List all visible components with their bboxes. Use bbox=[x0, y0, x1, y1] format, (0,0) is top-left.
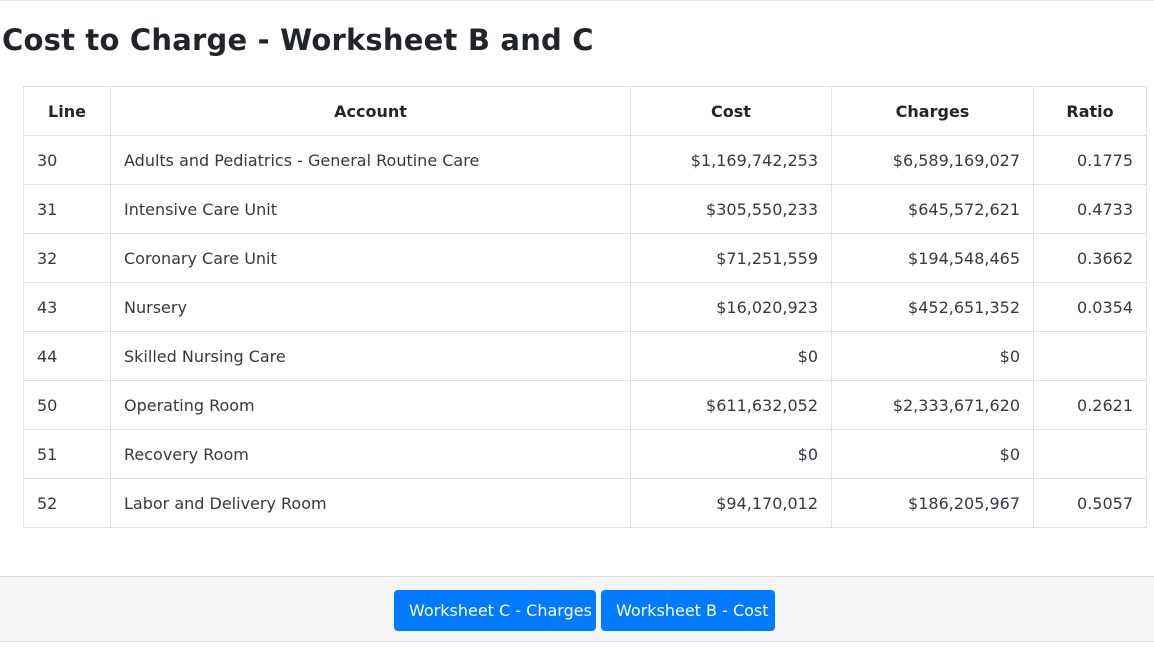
line-cell: 52 bbox=[23, 478, 111, 528]
ratio-cell: 0.3662 bbox=[1033, 233, 1147, 283]
cost-cell: $305,550,233 bbox=[630, 184, 832, 234]
table-row: 51 Recovery Room $0 $0 bbox=[23, 429, 1147, 479]
cost-cell: $71,251,559 bbox=[630, 233, 832, 283]
charges-cell: $0 bbox=[831, 331, 1034, 381]
ratio-cell: 0.2621 bbox=[1033, 380, 1147, 430]
table-row: 50 Operating Room $611,632,052 $2,333,67… bbox=[23, 380, 1147, 430]
table-row: 30 Adults and Pediatrics - General Routi… bbox=[23, 135, 1147, 185]
cost-cell: $94,170,012 bbox=[630, 478, 832, 528]
charges-cell: $0 bbox=[831, 429, 1034, 479]
ratio-cell: 0.0354 bbox=[1033, 282, 1147, 332]
line-cell: 50 bbox=[23, 380, 111, 430]
table-row: 31 Intensive Care Unit $305,550,233 $645… bbox=[23, 184, 1147, 234]
charges-cell: $194,548,465 bbox=[831, 233, 1034, 283]
column-header-ratio: Ratio bbox=[1033, 86, 1147, 136]
line-cell: 44 bbox=[23, 331, 111, 381]
footer-button-bar: Worksheet C - Charges Worksheet B - Cost bbox=[0, 576, 1154, 642]
cost-cell: $611,632,052 bbox=[630, 380, 832, 430]
table-row: 52 Labor and Delivery Room $94,170,012 $… bbox=[23, 478, 1147, 528]
ratio-cell: 0.4733 bbox=[1033, 184, 1147, 234]
column-header-account: Account bbox=[110, 86, 631, 136]
cost-cell: $0 bbox=[630, 429, 832, 479]
charges-cell: $2,333,671,620 bbox=[831, 380, 1034, 430]
table-header-row: Line Account Cost Charges Ratio bbox=[23, 86, 1147, 136]
ratio-cell bbox=[1033, 429, 1147, 479]
line-cell: 43 bbox=[23, 282, 111, 332]
charges-cell: $6,589,169,027 bbox=[831, 135, 1034, 185]
ratio-cell bbox=[1033, 331, 1147, 381]
cost-to-charge-table: Line Account Cost Charges Ratio 30 Adult… bbox=[23, 86, 1147, 528]
page-title: Cost to Charge - Worksheet B and C bbox=[2, 23, 594, 57]
account-cell: Recovery Room bbox=[110, 429, 631, 479]
top-divider bbox=[0, 0, 1154, 2]
account-cell: Intensive Care Unit bbox=[110, 184, 631, 234]
worksheet-c-charges-button[interactable]: Worksheet C - Charges bbox=[394, 590, 596, 631]
cost-cell: $16,020,923 bbox=[630, 282, 832, 332]
charges-cell: $186,205,967 bbox=[831, 478, 1034, 528]
account-cell: Coronary Care Unit bbox=[110, 233, 631, 283]
account-cell: Adults and Pediatrics - General Routine … bbox=[110, 135, 631, 185]
cost-cell: $1,169,742,253 bbox=[630, 135, 832, 185]
cost-cell: $0 bbox=[630, 331, 832, 381]
table-row: 44 Skilled Nursing Care $0 $0 bbox=[23, 331, 1147, 381]
line-cell: 30 bbox=[23, 135, 111, 185]
table-row: 32 Coronary Care Unit $71,251,559 $194,5… bbox=[23, 233, 1147, 283]
account-cell: Labor and Delivery Room bbox=[110, 478, 631, 528]
charges-cell: $452,651,352 bbox=[831, 282, 1034, 332]
column-header-line: Line bbox=[23, 86, 111, 136]
account-cell: Operating Room bbox=[110, 380, 631, 430]
line-cell: 32 bbox=[23, 233, 111, 283]
ratio-cell: 0.5057 bbox=[1033, 478, 1147, 528]
line-cell: 51 bbox=[23, 429, 111, 479]
column-header-cost: Cost bbox=[630, 86, 832, 136]
table-row: 43 Nursery $16,020,923 $452,651,352 0.03… bbox=[23, 282, 1147, 332]
column-header-charges: Charges bbox=[831, 86, 1034, 136]
worksheet-b-cost-button[interactable]: Worksheet B - Cost bbox=[601, 590, 775, 631]
ratio-cell: 0.1775 bbox=[1033, 135, 1147, 185]
account-cell: Skilled Nursing Care bbox=[110, 331, 631, 381]
account-cell: Nursery bbox=[110, 282, 631, 332]
line-cell: 31 bbox=[23, 184, 111, 234]
charges-cell: $645,572,621 bbox=[831, 184, 1034, 234]
